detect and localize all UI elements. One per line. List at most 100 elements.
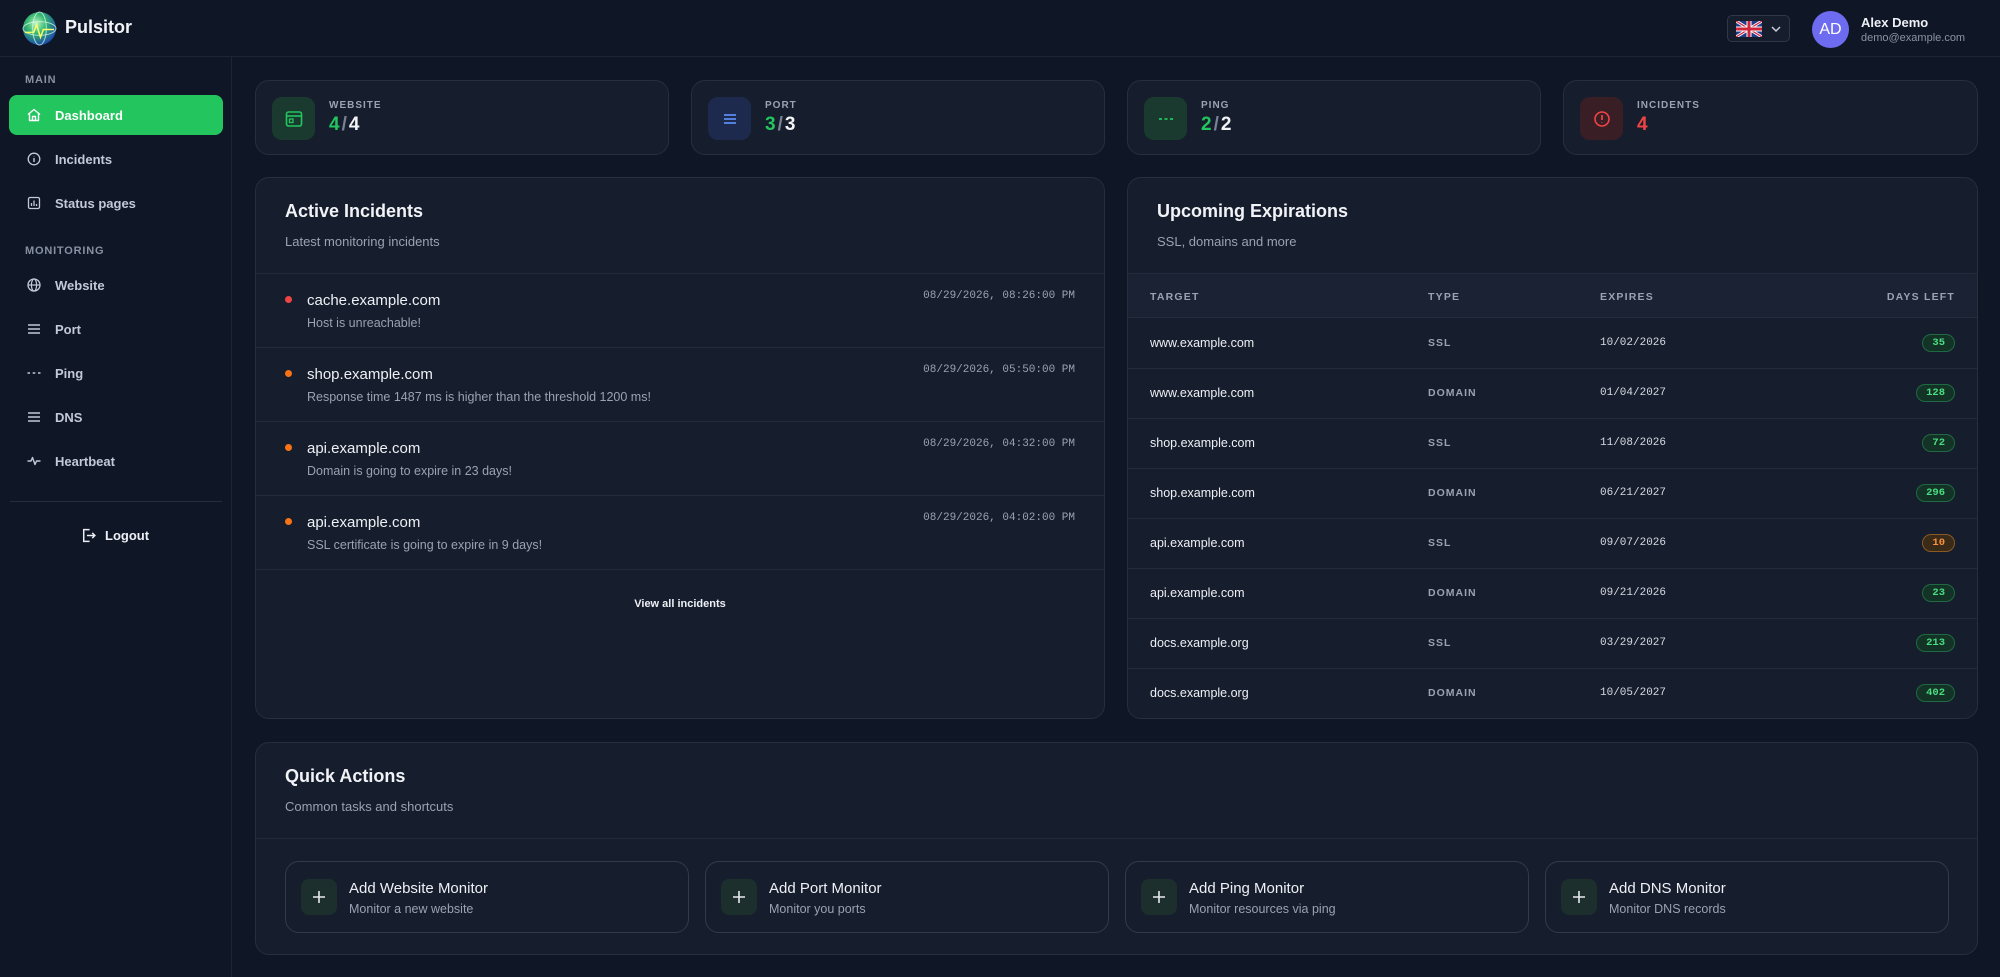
severity-dot	[285, 444, 292, 451]
stat-value: 3/3	[765, 114, 796, 135]
alert-circle-icon	[1580, 97, 1623, 140]
dashes-icon	[25, 364, 43, 382]
incident-time: 08/29/2026, 08:26:00 PM	[923, 290, 1075, 302]
cell-target: api.example.com	[1150, 536, 1245, 550]
sidebar-item-label: Dashboard	[55, 107, 123, 123]
stat-card-incidents[interactable]: INCIDENTS 4	[1563, 80, 1978, 155]
table-row[interactable]: docs.example.org SSL 03/29/2027 213	[1128, 619, 1977, 669]
days-left-badge: 10	[1922, 534, 1955, 552]
sidebar-item-dns[interactable]: DNS	[9, 397, 223, 437]
severity-dot	[285, 518, 292, 525]
sidebar-item-label: DNS	[55, 409, 83, 425]
quick-action-title: Add DNS Monitor	[1609, 880, 1726, 897]
column-header-days-left[interactable]: DAYS LEFT	[1887, 291, 1955, 303]
incident-time: 08/29/2026, 05:50:00 PM	[923, 364, 1075, 376]
quick-action-subtitle: Monitor you ports	[769, 902, 866, 916]
panel-subtitle: Common tasks and shortcuts	[285, 799, 454, 814]
stat-value: 4	[1637, 114, 1648, 135]
cell-expires: 03/29/2027	[1600, 637, 1667, 649]
uk-flag-icon	[1736, 21, 1762, 37]
sidebar-item-label: Status pages	[55, 195, 136, 211]
panel-divider	[256, 838, 1977, 839]
browser-icon	[272, 97, 315, 140]
days-left-badge: 23	[1922, 584, 1955, 602]
table-row[interactable]: www.example.com DOMAIN 01/04/2027 128	[1128, 369, 1977, 419]
incident-row[interactable]: shop.example.com Response time 1487 ms i…	[256, 348, 1104, 422]
cell-type: SSL	[1428, 637, 1452, 649]
user-email: demo@example.com	[1861, 32, 1966, 44]
incident-row[interactable]: api.example.com SSL certificate is going…	[256, 496, 1104, 570]
lines-icon	[25, 408, 43, 426]
sidebar: MAIN Dashboard Incidents Status pages MO…	[0, 57, 232, 977]
sidebar-item-ping[interactable]: Ping	[9, 353, 223, 393]
active-incidents-panel: Active Incidents Latest monitoring incid…	[255, 177, 1105, 719]
incident-row[interactable]: api.example.com Domain is going to expir…	[256, 422, 1104, 496]
language-select[interactable]	[1727, 15, 1790, 42]
cell-target: api.example.com	[1150, 586, 1245, 600]
pulsitor-logo-icon[interactable]	[22, 11, 57, 46]
cell-type: DOMAIN	[1428, 487, 1477, 499]
incident-message: SSL certificate is going to expire in 9 …	[307, 538, 543, 552]
sidebar-item-incidents[interactable]: Incidents	[9, 139, 223, 179]
cell-type: SSL	[1428, 437, 1452, 449]
logout-button[interactable]: Logout	[80, 523, 149, 547]
cell-expires: 11/08/2026	[1600, 437, 1667, 449]
cell-expires: 10/05/2027	[1600, 687, 1667, 699]
column-header-type[interactable]: TYPE	[1428, 291, 1460, 303]
avatar[interactable]: AD	[1812, 11, 1849, 48]
cell-expires: 10/02/2026	[1600, 337, 1667, 349]
days-left-badge: 72	[1922, 434, 1955, 452]
sidebar-item-website[interactable]: Website	[9, 265, 223, 305]
sidebar-item-status-pages[interactable]: Status pages	[9, 183, 223, 223]
panel-subtitle: Latest monitoring incidents	[285, 234, 440, 249]
table-row[interactable]: api.example.com SSL 09/07/2026 10	[1128, 519, 1977, 569]
table-row[interactable]: shop.example.com SSL 11/08/2026 72	[1128, 419, 1977, 469]
top-header: Pulsitor AD Alex Demo demo@example.com	[0, 0, 2000, 57]
stat-up-count: 3	[765, 114, 776, 135]
sidebar-item-label: Heartbeat	[55, 453, 115, 469]
sidebar-section-main: MAIN	[25, 74, 57, 86]
table-row[interactable]: shop.example.com DOMAIN 06/21/2027 296	[1128, 469, 1977, 519]
stat-card-website[interactable]: WEBSITE 4/4	[255, 80, 669, 155]
sidebar-item-label: Incidents	[55, 151, 113, 167]
stat-label: INCIDENTS	[1637, 100, 1700, 111]
cell-target: www.example.com	[1150, 386, 1255, 400]
stat-card-ping[interactable]: PING 2/2	[1127, 80, 1541, 155]
sidebar-item-heartbeat[interactable]: Heartbeat	[9, 441, 223, 481]
cell-expires: 06/21/2027	[1600, 487, 1667, 499]
incident-row[interactable]: cache.example.com Host is unreachable! 0…	[256, 274, 1104, 348]
add-dns-monitor-button[interactable]: Add DNS Monitor Monitor DNS records	[1545, 861, 1949, 933]
quick-action-title: Add Website Monitor	[349, 880, 488, 897]
table-row[interactable]: www.example.com SSL 10/02/2026 35	[1128, 319, 1977, 369]
view-all-incidents-link[interactable]: View all incidents	[256, 598, 1104, 610]
globe-icon	[25, 276, 43, 294]
stat-total-count: 3	[784, 114, 796, 135]
stat-card-port[interactable]: PORT 3/3	[691, 80, 1105, 155]
plus-icon	[721, 879, 757, 915]
quick-action-title: Add Port Monitor	[769, 880, 882, 897]
add-port-monitor-button[interactable]: Add Port Monitor Monitor you ports	[705, 861, 1109, 933]
sidebar-divider	[10, 501, 222, 502]
sidebar-item-dashboard[interactable]: Dashboard	[9, 95, 223, 135]
table-header: TARGET TYPE EXPIRES DAYS LEFT	[1128, 273, 1977, 318]
add-ping-monitor-button[interactable]: Add Ping Monitor Monitor resources via p…	[1125, 861, 1529, 933]
app-name: Pulsitor	[65, 17, 133, 37]
add-website-monitor-button[interactable]: Add Website Monitor Monitor a new websit…	[285, 861, 689, 933]
info-icon	[25, 150, 43, 168]
severity-dot	[285, 370, 292, 377]
cell-type: SSL	[1428, 537, 1452, 549]
user-name: Alex Demo	[1861, 15, 1929, 30]
table-row[interactable]: docs.example.org DOMAIN 10/05/2027 402	[1128, 669, 1977, 718]
sidebar-item-port[interactable]: Port	[9, 309, 223, 349]
cell-type: DOMAIN	[1428, 587, 1477, 599]
table-row[interactable]: api.example.com DOMAIN 09/21/2026 23	[1128, 569, 1977, 619]
cell-expires: 01/04/2027	[1600, 387, 1667, 399]
incident-message: Response time 1487 ms is higher than the…	[307, 390, 651, 404]
incident-host: api.example.com	[307, 440, 421, 457]
column-header-expires[interactable]: EXPIRES	[1600, 291, 1654, 303]
stat-total-count: 2	[1220, 114, 1232, 135]
column-header-target[interactable]: TARGET	[1150, 291, 1200, 303]
stat-label: PING	[1201, 100, 1230, 111]
cell-expires: 09/07/2026	[1600, 537, 1667, 549]
lines-icon	[708, 97, 751, 140]
